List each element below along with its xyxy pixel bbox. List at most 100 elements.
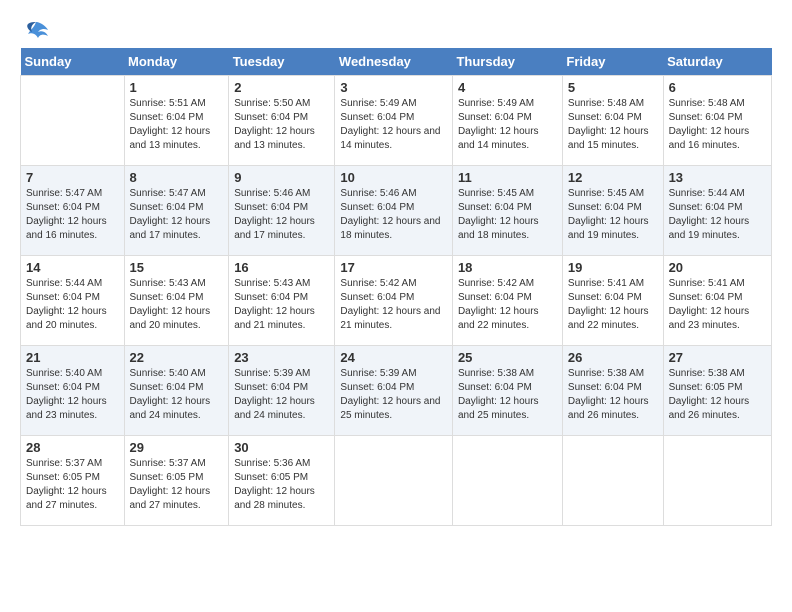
day-info: Sunrise: 5:41 AM Sunset: 6:04 PM Dayligh…: [568, 277, 658, 333]
sunrise-text: Sunrise: 5:42 AM: [458, 277, 557, 291]
sunrise-text: Sunrise: 5:39 AM: [340, 367, 447, 381]
sunset-text: Sunset: 6:04 PM: [130, 111, 224, 125]
calendar-cell: 28 Sunrise: 5:37 AM Sunset: 6:05 PM Dayl…: [21, 436, 125, 526]
calendar-cell: 15 Sunrise: 5:43 AM Sunset: 6:04 PM Dayl…: [124, 256, 229, 346]
day-number: 5: [568, 80, 658, 95]
calendar-cell: [663, 436, 771, 526]
weekday-header-wednesday: Wednesday: [335, 48, 453, 76]
day-info: Sunrise: 5:37 AM Sunset: 6:05 PM Dayligh…: [130, 457, 224, 513]
day-info: Sunrise: 5:39 AM Sunset: 6:04 PM Dayligh…: [234, 367, 329, 423]
daylight-text: Daylight: 12 hours and 13 minutes.: [234, 125, 329, 153]
day-number: 6: [669, 80, 766, 95]
calendar-row: 7 Sunrise: 5:47 AM Sunset: 6:04 PM Dayli…: [21, 166, 772, 256]
sunset-text: Sunset: 6:04 PM: [458, 381, 557, 395]
calendar-cell: 26 Sunrise: 5:38 AM Sunset: 6:04 PM Dayl…: [562, 346, 663, 436]
sunrise-text: Sunrise: 5:44 AM: [669, 187, 766, 201]
calendar-cell: 3 Sunrise: 5:49 AM Sunset: 6:04 PM Dayli…: [335, 76, 453, 166]
sunrise-text: Sunrise: 5:40 AM: [26, 367, 119, 381]
day-info: Sunrise: 5:51 AM Sunset: 6:04 PM Dayligh…: [130, 97, 224, 153]
sunrise-text: Sunrise: 5:47 AM: [130, 187, 224, 201]
daylight-text: Daylight: 12 hours and 23 minutes.: [669, 305, 766, 333]
daylight-text: Daylight: 12 hours and 18 minutes.: [340, 215, 447, 243]
day-info: Sunrise: 5:49 AM Sunset: 6:04 PM Dayligh…: [458, 97, 557, 153]
weekday-header-tuesday: Tuesday: [229, 48, 335, 76]
daylight-text: Daylight: 12 hours and 22 minutes.: [568, 305, 658, 333]
daylight-text: Daylight: 12 hours and 28 minutes.: [234, 485, 329, 513]
sunset-text: Sunset: 6:05 PM: [26, 471, 119, 485]
day-info: Sunrise: 5:50 AM Sunset: 6:04 PM Dayligh…: [234, 97, 329, 153]
sunset-text: Sunset: 6:04 PM: [26, 201, 119, 215]
calendar-cell: 19 Sunrise: 5:41 AM Sunset: 6:04 PM Dayl…: [562, 256, 663, 346]
weekday-header-monday: Monday: [124, 48, 229, 76]
day-number: 1: [130, 80, 224, 95]
calendar-header-row: SundayMondayTuesdayWednesdayThursdayFrid…: [21, 48, 772, 76]
day-info: Sunrise: 5:48 AM Sunset: 6:04 PM Dayligh…: [669, 97, 766, 153]
sunrise-text: Sunrise: 5:37 AM: [130, 457, 224, 471]
calendar-cell: 12 Sunrise: 5:45 AM Sunset: 6:04 PM Dayl…: [562, 166, 663, 256]
sunrise-text: Sunrise: 5:37 AM: [26, 457, 119, 471]
day-number: 22: [130, 350, 224, 365]
sunset-text: Sunset: 6:04 PM: [130, 201, 224, 215]
day-number: 21: [26, 350, 119, 365]
day-info: Sunrise: 5:39 AM Sunset: 6:04 PM Dayligh…: [340, 367, 447, 423]
sunset-text: Sunset: 6:04 PM: [669, 291, 766, 305]
sunrise-text: Sunrise: 5:51 AM: [130, 97, 224, 111]
sunrise-text: Sunrise: 5:41 AM: [568, 277, 658, 291]
daylight-text: Daylight: 12 hours and 26 minutes.: [568, 395, 658, 423]
day-info: Sunrise: 5:40 AM Sunset: 6:04 PM Dayligh…: [26, 367, 119, 423]
page-header: [20, 20, 772, 38]
day-number: 7: [26, 170, 119, 185]
daylight-text: Daylight: 12 hours and 24 minutes.: [234, 395, 329, 423]
sunset-text: Sunset: 6:05 PM: [669, 381, 766, 395]
sunset-text: Sunset: 6:04 PM: [26, 381, 119, 395]
logo-container: [20, 20, 50, 38]
day-number: 29: [130, 440, 224, 455]
day-number: 14: [26, 260, 119, 275]
day-info: Sunrise: 5:43 AM Sunset: 6:04 PM Dayligh…: [130, 277, 224, 333]
day-number: 27: [669, 350, 766, 365]
day-number: 28: [26, 440, 119, 455]
sunset-text: Sunset: 6:04 PM: [669, 201, 766, 215]
day-number: 18: [458, 260, 557, 275]
calendar-cell: [335, 436, 453, 526]
sunset-text: Sunset: 6:04 PM: [130, 381, 224, 395]
day-info: Sunrise: 5:41 AM Sunset: 6:04 PM Dayligh…: [669, 277, 766, 333]
day-info: Sunrise: 5:48 AM Sunset: 6:04 PM Dayligh…: [568, 97, 658, 153]
day-info: Sunrise: 5:44 AM Sunset: 6:04 PM Dayligh…: [669, 187, 766, 243]
sunrise-text: Sunrise: 5:36 AM: [234, 457, 329, 471]
calendar-cell: 30 Sunrise: 5:36 AM Sunset: 6:05 PM Dayl…: [229, 436, 335, 526]
daylight-text: Daylight: 12 hours and 26 minutes.: [669, 395, 766, 423]
calendar-cell: [452, 436, 562, 526]
day-number: 25: [458, 350, 557, 365]
calendar-cell: 11 Sunrise: 5:45 AM Sunset: 6:04 PM Dayl…: [452, 166, 562, 256]
calendar-cell: 27 Sunrise: 5:38 AM Sunset: 6:05 PM Dayl…: [663, 346, 771, 436]
day-info: Sunrise: 5:36 AM Sunset: 6:05 PM Dayligh…: [234, 457, 329, 513]
day-number: 24: [340, 350, 447, 365]
sunrise-text: Sunrise: 5:45 AM: [458, 187, 557, 201]
sunrise-text: Sunrise: 5:48 AM: [568, 97, 658, 111]
sunrise-text: Sunrise: 5:47 AM: [26, 187, 119, 201]
sunrise-text: Sunrise: 5:41 AM: [669, 277, 766, 291]
sunset-text: Sunset: 6:04 PM: [340, 381, 447, 395]
day-info: Sunrise: 5:46 AM Sunset: 6:04 PM Dayligh…: [234, 187, 329, 243]
daylight-text: Daylight: 12 hours and 21 minutes.: [340, 305, 447, 333]
daylight-text: Daylight: 12 hours and 25 minutes.: [340, 395, 447, 423]
weekday-header-thursday: Thursday: [452, 48, 562, 76]
daylight-text: Daylight: 12 hours and 24 minutes.: [130, 395, 224, 423]
day-info: Sunrise: 5:45 AM Sunset: 6:04 PM Dayligh…: [568, 187, 658, 243]
daylight-text: Daylight: 12 hours and 14 minutes.: [458, 125, 557, 153]
day-number: 20: [669, 260, 766, 275]
daylight-text: Daylight: 12 hours and 17 minutes.: [130, 215, 224, 243]
calendar-cell: 8 Sunrise: 5:47 AM Sunset: 6:04 PM Dayli…: [124, 166, 229, 256]
daylight-text: Daylight: 12 hours and 14 minutes.: [340, 125, 447, 153]
sunrise-text: Sunrise: 5:40 AM: [130, 367, 224, 381]
day-number: 12: [568, 170, 658, 185]
sunset-text: Sunset: 6:04 PM: [568, 291, 658, 305]
calendar-cell: [562, 436, 663, 526]
calendar-cell: 20 Sunrise: 5:41 AM Sunset: 6:04 PM Dayl…: [663, 256, 771, 346]
sunrise-text: Sunrise: 5:38 AM: [669, 367, 766, 381]
day-number: 17: [340, 260, 447, 275]
calendar-table: SundayMondayTuesdayWednesdayThursdayFrid…: [20, 48, 772, 526]
daylight-text: Daylight: 12 hours and 16 minutes.: [669, 125, 766, 153]
sunrise-text: Sunrise: 5:45 AM: [568, 187, 658, 201]
